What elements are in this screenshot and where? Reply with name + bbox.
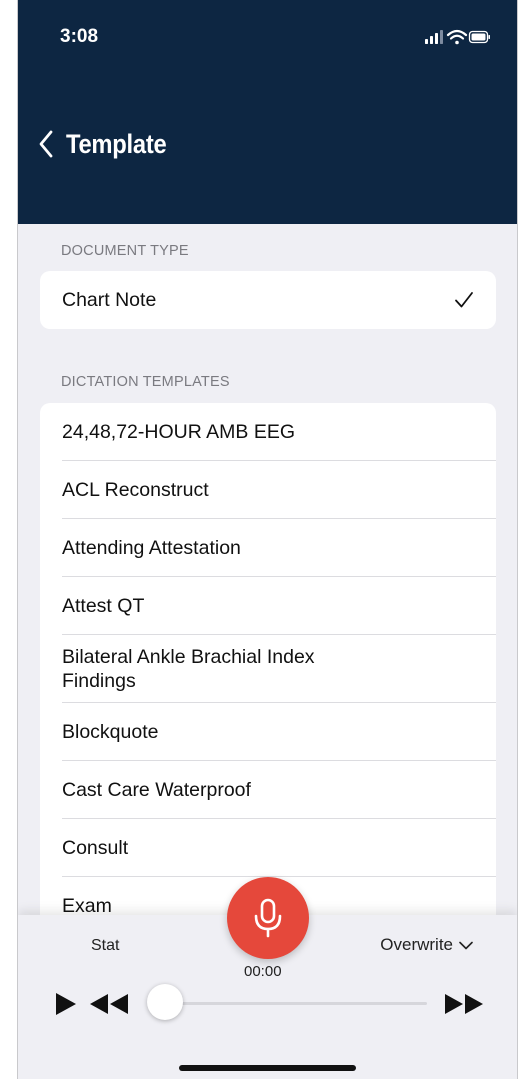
wifi-icon <box>446 29 468 45</box>
scrubber-thumb[interactable] <box>147 984 183 1020</box>
signal-icon <box>425 30 443 44</box>
checkmark-icon <box>455 292 473 308</box>
document-type-card: Chart Note <box>40 271 496 329</box>
overwrite-dropdown[interactable]: Overwrite <box>380 935 473 955</box>
list-item[interactable]: ACL Reconstruct <box>40 461 496 519</box>
stat-toggle[interactable]: Stat <box>91 937 119 955</box>
home-indicator <box>179 1065 356 1071</box>
list-item[interactable]: Consult <box>40 819 496 877</box>
list-item[interactable]: Blockquote <box>40 703 496 761</box>
overwrite-label: Overwrite <box>380 935 453 954</box>
chevron-left-icon <box>39 130 53 158</box>
app-header: 3:08 Template <box>18 0 517 224</box>
template-label: Cast Care Waterproof <box>62 779 251 801</box>
microphone-icon <box>254 898 282 938</box>
template-label: Attending Attestation <box>62 537 241 559</box>
list-item[interactable]: Attending Attestation <box>40 519 496 577</box>
page-title: Template <box>66 128 167 159</box>
template-label: Blockquote <box>62 721 159 743</box>
list-item[interactable]: Attest QT <box>40 577 496 635</box>
dictation-templates-section-label: DICTATION TEMPLATES <box>61 374 230 390</box>
playback-scrubber[interactable] <box>164 1002 427 1005</box>
template-label: Bilateral Ankle Brachial Index Findings <box>62 646 315 692</box>
template-label: ACL Reconstruct <box>62 479 209 501</box>
template-label: Consult <box>62 837 129 859</box>
status-icons <box>425 29 490 45</box>
status-time: 3:08 <box>60 26 99 47</box>
record-button[interactable] <box>227 877 309 959</box>
recording-timer: 00:00 <box>244 963 282 980</box>
chevron-down-icon <box>459 941 473 949</box>
template-label: 24,48,72-HOUR AMB EEG <box>62 421 296 443</box>
rewind-icon[interactable] <box>88 992 130 1016</box>
phone-screen: 3:08 Template DOCUMENT TYPE Chart Note D… <box>17 0 518 1079</box>
fast-forward-icon[interactable] <box>443 992 485 1016</box>
list-item[interactable]: 24,48,72-HOUR AMB EEG <box>40 403 496 461</box>
list-item[interactable]: Cast Care Waterproof <box>40 761 496 819</box>
document-type-section-label: DOCUMENT TYPE <box>61 243 189 259</box>
document-type-row[interactable]: Chart Note <box>40 271 496 329</box>
template-label: Attest QT <box>62 595 145 617</box>
battery-icon <box>468 30 490 44</box>
back-button[interactable]: Template <box>38 124 180 164</box>
list-item[interactable]: Bilateral Ankle Brachial Index Findings <box>40 635 496 703</box>
document-type-label: Chart Note <box>62 288 157 311</box>
dictation-templates-list: 24,48,72-HOUR AMB EEG ACL Reconstruct At… <box>40 403 496 923</box>
play-icon[interactable] <box>54 992 78 1016</box>
